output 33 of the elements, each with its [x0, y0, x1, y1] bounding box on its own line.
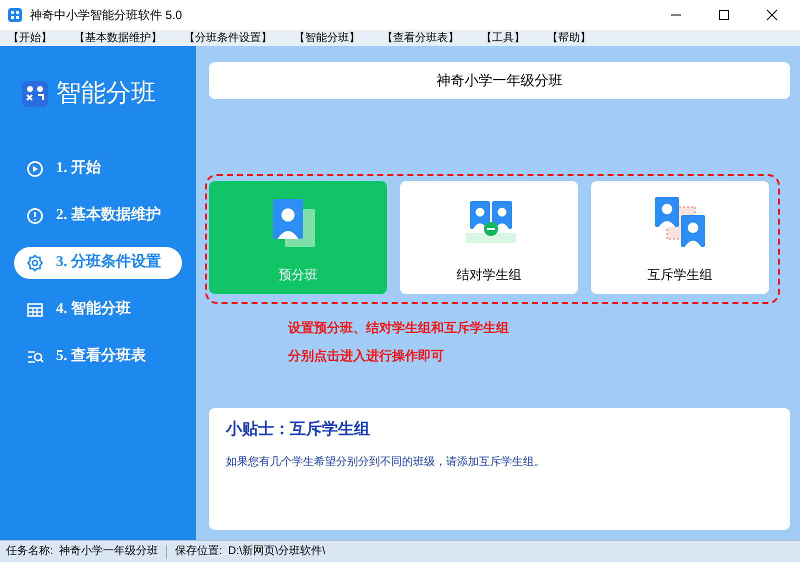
task-title: 神奇小学一年级分班	[209, 62, 790, 99]
task-label: 任务名称:	[6, 544, 54, 560]
menu-item[interactable]: 【智能分班】	[294, 30, 360, 46]
tip-title: 小贴士：互斥学生组	[226, 419, 371, 440]
table-icon	[26, 300, 44, 318]
save-location-label: 保存位置:	[175, 544, 222, 560]
logo-icon	[22, 80, 48, 107]
sidebar-title: 智能分班	[56, 78, 156, 109]
settings-icon	[26, 254, 44, 272]
option-card[interactable]: 结对学生组	[400, 181, 578, 294]
window-title: 神奇中小学智能分班软件 5.0	[30, 7, 182, 24]
maximize-icon[interactable]	[718, 9, 730, 21]
app-icon	[8, 8, 22, 22]
hint-text: 设置预分班、结对学生组和互斥学生组	[288, 319, 510, 337]
play-circle-icon	[26, 160, 44, 178]
close-icon[interactable]	[766, 9, 778, 21]
menu-item[interactable]: 【分班条件设置】	[184, 30, 272, 46]
sidebar-item[interactable]: 5. 查看分班表	[14, 340, 182, 372]
save-path: D:\新网页\分班软件\	[228, 544, 326, 560]
info-icon	[26, 206, 44, 224]
sidebar-item[interactable]: 2. 基本数据维护	[14, 200, 182, 232]
sidebar-item[interactable]: 1. 开始	[14, 152, 182, 184]
sidebar-item[interactable]: 3. 分班条件设置	[14, 246, 182, 278]
task-name: 神奇小学一年级分班	[59, 544, 158, 560]
sidebar-item[interactable]: 4. 智能分班	[14, 294, 182, 326]
menu-item[interactable]: 【查看分班表】	[382, 30, 459, 46]
tip-text: 如果您有几个学生希望分别分到不同的班级，请添加互斥学生组。	[226, 454, 546, 470]
menu-item[interactable]: 【基本数据维护】	[74, 30, 162, 46]
menu-item[interactable]: 【开始】	[8, 30, 52, 46]
hint-text: 分别点击进入进行操作即可	[288, 346, 445, 364]
menu-item[interactable]: 【帮助】	[547, 30, 591, 46]
menu-item[interactable]: 【工具】	[481, 30, 525, 46]
option-card[interactable]: 互斥学生组	[591, 181, 769, 294]
